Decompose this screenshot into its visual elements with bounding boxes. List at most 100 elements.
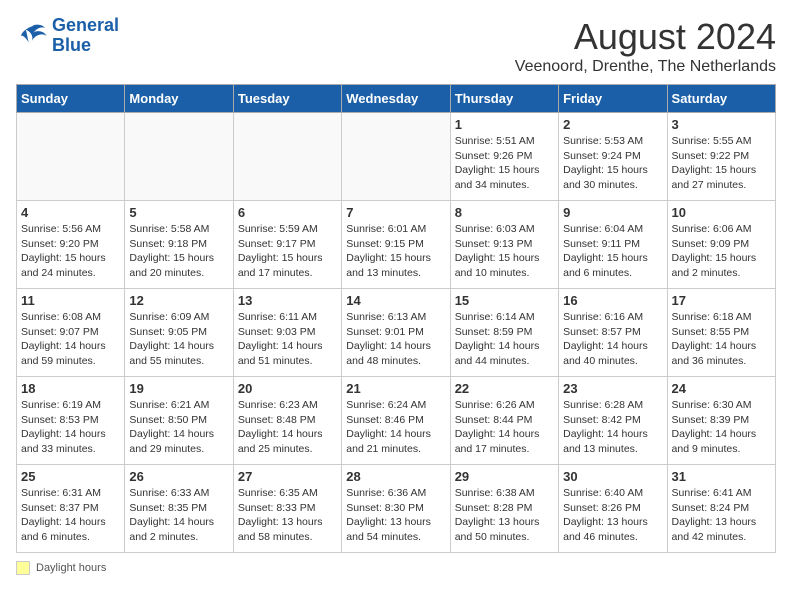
calendar-week-row: 4 Sunrise: 5:56 AM Sunset: 9:20 PM Daylig… — [17, 201, 776, 289]
calendar-week-row: 25 Sunrise: 6:31 AM Sunset: 8:37 PM Dayli… — [17, 465, 776, 553]
day-number: 4 — [21, 205, 120, 220]
calendar-week-row: 1 Sunrise: 5:51 AM Sunset: 9:26 PM Daylig… — [17, 113, 776, 201]
day-number: 1 — [455, 117, 554, 132]
day-number: 26 — [129, 469, 228, 484]
day-number: 7 — [346, 205, 445, 220]
day-number: 9 — [563, 205, 662, 220]
calendar-week-row: 18 Sunrise: 6:19 AM Sunset: 8:53 PM Dayli… — [17, 377, 776, 465]
day-info: Sunrise: 6:35 AM Sunset: 8:33 PM Dayligh… — [238, 486, 337, 545]
day-number: 23 — [563, 381, 662, 396]
calendar-day-cell: 31 Sunrise: 6:41 AM Sunset: 8:24 PM Dayli… — [667, 465, 775, 553]
day-info: Sunrise: 6:13 AM Sunset: 9:01 PM Dayligh… — [346, 310, 445, 369]
calendar-day-cell: 29 Sunrise: 6:38 AM Sunset: 8:28 PM Dayli… — [450, 465, 558, 553]
logo-text: General Blue — [52, 16, 119, 56]
calendar-day-cell: 10 Sunrise: 6:06 AM Sunset: 9:09 PM Dayli… — [667, 201, 775, 289]
calendar-day-cell: 8 Sunrise: 6:03 AM Sunset: 9:13 PM Daylig… — [450, 201, 558, 289]
calendar-day-cell: 11 Sunrise: 6:08 AM Sunset: 9:07 PM Dayli… — [17, 289, 125, 377]
month-title: August 2024 — [515, 16, 776, 58]
day-info: Sunrise: 5:56 AM Sunset: 9:20 PM Dayligh… — [21, 222, 120, 281]
day-info: Sunrise: 6:33 AM Sunset: 8:35 PM Dayligh… — [129, 486, 228, 545]
calendar-day-cell: 17Sunrise: 6:18 AM Sunset: 8:55 PM Dayli… — [667, 289, 775, 377]
day-info: Sunrise: 6:01 AM Sunset: 9:15 PM Dayligh… — [346, 222, 445, 281]
day-info: Sunrise: 6:31 AM Sunset: 8:37 PM Dayligh… — [21, 486, 120, 545]
calendar-header-row: SundayMondayTuesdayWednesdayThursdayFrid… — [17, 85, 776, 113]
day-number: 19 — [129, 381, 228, 396]
day-number: 18 — [21, 381, 120, 396]
calendar-day-cell: 2 Sunrise: 5:53 AM Sunset: 9:24 PM Daylig… — [559, 113, 667, 201]
day-number: 15 — [455, 293, 554, 308]
day-info: Sunrise: 6:36 AM Sunset: 8:30 PM Dayligh… — [346, 486, 445, 545]
day-info: Sunrise: 5:51 AM Sunset: 9:26 PM Dayligh… — [455, 134, 554, 193]
day-info: Sunrise: 6:38 AM Sunset: 8:28 PM Dayligh… — [455, 486, 554, 545]
day-number: 10 — [672, 205, 771, 220]
calendar-day-cell: 24Sunrise: 6:30 AM Sunset: 8:39 PM Dayli… — [667, 377, 775, 465]
calendar-day-cell: 15 Sunrise: 6:14 AM Sunset: 8:59 PM Dayli… — [450, 289, 558, 377]
calendar-day-cell: 20Sunrise: 6:23 AM Sunset: 8:48 PM Dayli… — [233, 377, 341, 465]
day-number: 6 — [238, 205, 337, 220]
day-number: 2 — [563, 117, 662, 132]
day-info: Sunrise: 6:09 AM Sunset: 9:05 PM Dayligh… — [129, 310, 228, 369]
calendar-day-cell: 7 Sunrise: 6:01 AM Sunset: 9:15 PM Daylig… — [342, 201, 450, 289]
daylight-label: Daylight hours — [36, 562, 106, 574]
calendar-day-cell: 3Sunrise: 5:55 AM Sunset: 9:22 PM Daylig… — [667, 113, 775, 201]
day-info: Sunrise: 6:11 AM Sunset: 9:03 PM Dayligh… — [238, 310, 337, 369]
logo-icon — [16, 20, 48, 52]
day-number: 29 — [455, 469, 554, 484]
logo: General Blue — [16, 16, 119, 56]
calendar-day-cell: 25 Sunrise: 6:31 AM Sunset: 8:37 PM Dayli… — [17, 465, 125, 553]
day-number: 16 — [563, 293, 662, 308]
day-number: 31 — [672, 469, 771, 484]
calendar-day-cell: 30Sunrise: 6:40 AM Sunset: 8:26 PM Dayli… — [559, 465, 667, 553]
day-number: 8 — [455, 205, 554, 220]
day-number: 5 — [129, 205, 228, 220]
day-info: Sunrise: 6:14 AM Sunset: 8:59 PM Dayligh… — [455, 310, 554, 369]
day-number: 13 — [238, 293, 337, 308]
calendar-day-cell: 28 Sunrise: 6:36 AM Sunset: 8:30 PM Dayli… — [342, 465, 450, 553]
day-info: Sunrise: 5:53 AM Sunset: 9:24 PM Dayligh… — [563, 134, 662, 193]
calendar-day-cell: 23 Sunrise: 6:28 AM Sunset: 8:42 PM Dayli… — [559, 377, 667, 465]
day-info: Sunrise: 6:28 AM Sunset: 8:42 PM Dayligh… — [563, 398, 662, 457]
title-block: August 2024 Veenoord, Drenthe, The Nethe… — [515, 16, 776, 76]
day-info: Sunrise: 6:03 AM Sunset: 9:13 PM Dayligh… — [455, 222, 554, 281]
calendar-day-cell: 14Sunrise: 6:13 AM Sunset: 9:01 PM Dayli… — [342, 289, 450, 377]
calendar-day-header: Sunday — [17, 85, 125, 113]
day-number: 25 — [21, 469, 120, 484]
page-header: General Blue August 2024 Veenoord, Drent… — [16, 16, 776, 76]
calendar-day-header: Wednesday — [342, 85, 450, 113]
calendar-day-cell — [17, 113, 125, 201]
day-info: Sunrise: 6:06 AM Sunset: 9:09 PM Dayligh… — [672, 222, 771, 281]
calendar-week-row: 11 Sunrise: 6:08 AM Sunset: 9:07 PM Dayli… — [17, 289, 776, 377]
calendar-day-header: Monday — [125, 85, 233, 113]
day-info: Sunrise: 6:23 AM Sunset: 8:48 PM Dayligh… — [238, 398, 337, 457]
day-info: Sunrise: 6:41 AM Sunset: 8:24 PM Dayligh… — [672, 486, 771, 545]
day-info: Sunrise: 6:18 AM Sunset: 8:55 PM Dayligh… — [672, 310, 771, 369]
calendar-day-header: Thursday — [450, 85, 558, 113]
day-info: Sunrise: 6:21 AM Sunset: 8:50 PM Dayligh… — [129, 398, 228, 457]
day-info: Sunrise: 6:19 AM Sunset: 8:53 PM Dayligh… — [21, 398, 120, 457]
calendar-day-cell: 4 Sunrise: 5:56 AM Sunset: 9:20 PM Daylig… — [17, 201, 125, 289]
calendar-day-cell: 9Sunrise: 6:04 AM Sunset: 9:11 PM Daylig… — [559, 201, 667, 289]
day-number: 12 — [129, 293, 228, 308]
day-info: Sunrise: 6:30 AM Sunset: 8:39 PM Dayligh… — [672, 398, 771, 457]
calendar-day-cell: 13 Sunrise: 6:11 AM Sunset: 9:03 PM Dayli… — [233, 289, 341, 377]
calendar-day-header: Saturday — [667, 85, 775, 113]
calendar-day-cell: 1 Sunrise: 5:51 AM Sunset: 9:26 PM Daylig… — [450, 113, 558, 201]
day-info: Sunrise: 6:40 AM Sunset: 8:26 PM Dayligh… — [563, 486, 662, 545]
calendar-day-cell: 22Sunrise: 6:26 AM Sunset: 8:44 PM Dayli… — [450, 377, 558, 465]
calendar-day-cell: 21Sunrise: 6:24 AM Sunset: 8:46 PM Dayli… — [342, 377, 450, 465]
calendar-day-cell: 5 Sunrise: 5:58 AM Sunset: 9:18 PM Daylig… — [125, 201, 233, 289]
calendar-day-cell: 16 Sunrise: 6:16 AM Sunset: 8:57 PM Dayli… — [559, 289, 667, 377]
day-info: Sunrise: 5:55 AM Sunset: 9:22 PM Dayligh… — [672, 134, 771, 193]
location-subtitle: Veenoord, Drenthe, The Netherlands — [515, 58, 776, 76]
day-info: Sunrise: 6:08 AM Sunset: 9:07 PM Dayligh… — [21, 310, 120, 369]
day-number: 27 — [238, 469, 337, 484]
day-info: Sunrise: 6:16 AM Sunset: 8:57 PM Dayligh… — [563, 310, 662, 369]
calendar-day-cell: 6Sunrise: 5:59 AM Sunset: 9:17 PM Daylig… — [233, 201, 341, 289]
day-info: Sunrise: 5:58 AM Sunset: 9:18 PM Dayligh… — [129, 222, 228, 281]
calendar-day-cell: 26 Sunrise: 6:33 AM Sunset: 8:35 PM Dayli… — [125, 465, 233, 553]
day-number: 11 — [21, 293, 120, 308]
calendar-day-header: Tuesday — [233, 85, 341, 113]
day-number: 21 — [346, 381, 445, 396]
day-number: 28 — [346, 469, 445, 484]
calendar-day-cell — [342, 113, 450, 201]
